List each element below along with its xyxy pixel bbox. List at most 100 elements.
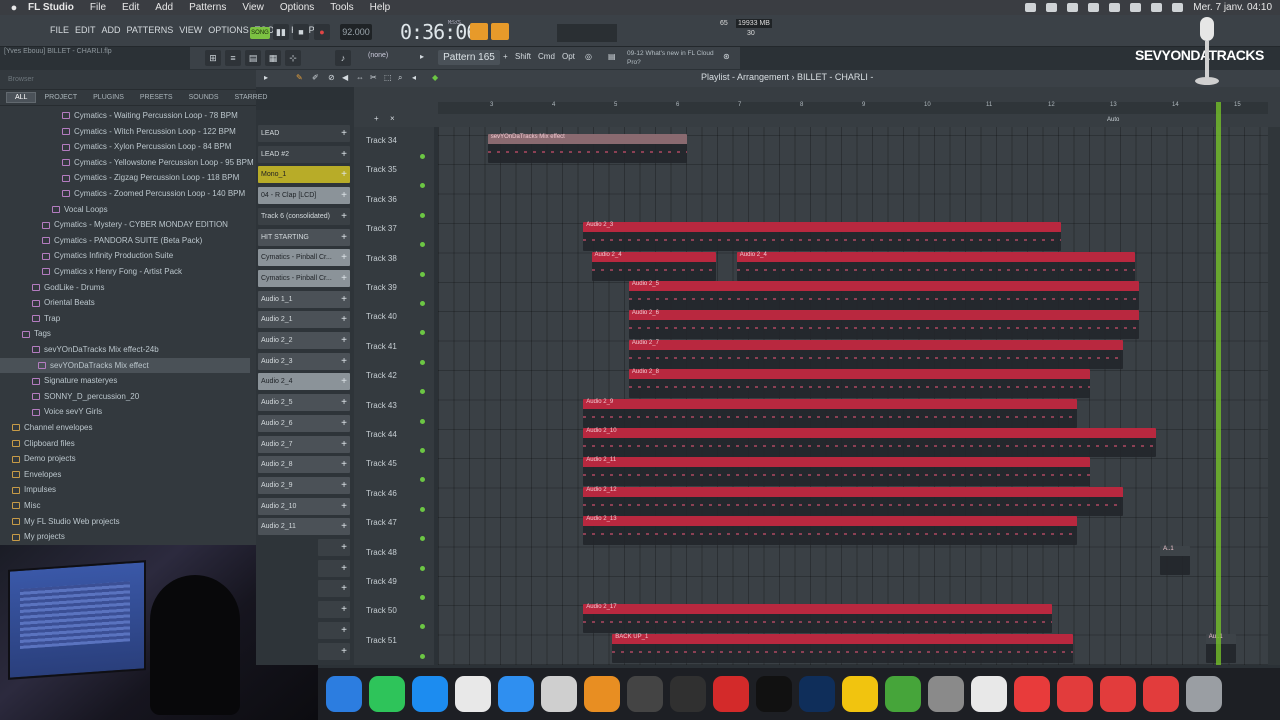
tab-presets[interactable]: PRESETS [132, 94, 181, 101]
channel-button[interactable]: Audio 2_9 + [258, 476, 350, 494]
tab-plugins[interactable]: PLUGINS [85, 94, 132, 101]
browser-item[interactable]: Cymatics - Zigzag Percussion Loop - 118 … [0, 170, 239, 185]
channel-plus-icon[interactable]: + [341, 353, 347, 370]
audio-clip[interactable]: Audio 2_3 [583, 222, 1061, 252]
audio-clip[interactable]: Audio 2_13 [583, 516, 1078, 546]
status-icon[interactable] [1025, 3, 1037, 12]
brush-icon[interactable]: ✐ [312, 73, 319, 82]
browser-item[interactable]: Misc [0, 498, 40, 513]
browser-item[interactable]: Cymatics - PANDORA SUITE (Beta Pack) [0, 233, 202, 248]
channel-plus-icon[interactable]: + [341, 539, 347, 556]
track-name[interactable]: Track 38 [366, 254, 397, 263]
track-name[interactable]: Track 51 [366, 636, 397, 645]
track-mute-led[interactable] [420, 330, 425, 336]
channel-plus-icon[interactable]: + [341, 311, 347, 328]
record-icon[interactable]: ● [314, 24, 330, 40]
track-mute-led[interactable] [420, 212, 425, 218]
browser-item[interactable]: Trap [0, 311, 60, 326]
browser-item[interactable]: Impulses [0, 482, 56, 497]
channel-button[interactable]: Audio 2_4 + [258, 373, 350, 391]
close-icon[interactable]: × [390, 114, 395, 123]
browser-item[interactable]: My FL Studio Web projects [0, 514, 120, 529]
piano-roll-icon[interactable]: ▤ [245, 50, 261, 66]
browser-item[interactable]: Tags [0, 326, 51, 341]
menu-add[interactable]: Add [155, 2, 173, 13]
playhead[interactable] [1216, 102, 1221, 665]
browser-item[interactable]: Cymatics - Waiting Percussion Loop - 78 … [0, 108, 238, 123]
track-mute-led[interactable] [420, 536, 425, 542]
browser-item[interactable]: Cymatics - Xylon Percussion Loop - 84 BP… [0, 139, 231, 154]
status-icon[interactable] [1067, 3, 1079, 12]
channel-slot[interactable]: + [318, 642, 350, 660]
channel-plus-icon[interactable]: + [341, 394, 347, 411]
track-name[interactable]: Track 35 [366, 165, 397, 174]
track-name[interactable]: Track 50 [366, 606, 397, 615]
browser-item[interactable]: Voice sevY Girls [0, 404, 102, 419]
app-store-icon[interactable] [412, 676, 448, 712]
audio-clip[interactable]: Audio 2_11 [583, 457, 1090, 487]
track-name[interactable]: Track 42 [366, 371, 397, 380]
browser-item[interactable]: sevYOnDaTracks Mix effect-24b [0, 342, 159, 357]
channel-plus-icon[interactable]: + [341, 601, 347, 618]
status-icon[interactable] [1046, 3, 1058, 12]
obs-icon[interactable] [670, 676, 706, 712]
wifi-icon[interactable] [1130, 3, 1142, 12]
track-mute-led[interactable] [420, 242, 425, 248]
track-mute-led[interactable] [420, 389, 425, 395]
play-icon[interactable]: ▮▮ [273, 24, 289, 40]
song-mode-button[interactable]: SONG [250, 27, 270, 39]
channel-button[interactable]: LEAD + [258, 125, 350, 142]
channel-button[interactable]: Mono_1 + [258, 166, 350, 184]
channel-plus-icon[interactable]: + [341, 332, 347, 349]
menubar-clock[interactable]: Mer. 7 janv. 04:10 [1193, 2, 1272, 13]
browser-item[interactable]: Signature masteryes [0, 373, 117, 388]
browser-item[interactable]: Vocal Loops [0, 202, 108, 217]
countdown-icon[interactable] [491, 23, 509, 40]
channel-plus-icon[interactable]: + [341, 456, 347, 473]
channel-plus-icon[interactable]: + [341, 125, 347, 142]
news-panel[interactable]: 09-12 What's new in FL Cloud Pro? [627, 49, 717, 67]
utorrent-icon[interactable] [885, 676, 921, 712]
menu-tools[interactable]: Tools [330, 2, 353, 13]
stop-icon[interactable]: ■ [293, 24, 309, 40]
audio-clip[interactable]: Audio 2_8 [628, 369, 1090, 399]
channel-button[interactable]: Cymatics - Pinball Cr... + [258, 269, 350, 287]
channel-plus-icon[interactable]: + [341, 436, 347, 453]
channel-plus-icon[interactable]: + [341, 373, 347, 390]
track-mute-led[interactable] [420, 565, 425, 571]
audio-clip[interactable]: Audio 2_4 [591, 251, 717, 281]
audio-clip[interactable]: Audio 2_7 [628, 339, 1123, 369]
pattern-arrow-icon[interactable]: ▸ [420, 52, 424, 61]
snap-select[interactable]: (none) [368, 52, 388, 59]
menu-options[interactable]: Options [280, 2, 314, 13]
chrome-icon[interactable] [455, 676, 491, 712]
playlist-icon[interactable]: ▦ [265, 50, 281, 66]
playlist-grid[interactable]: sevYOnDaTracks Mix effect Audio 2_3 Audio … [438, 127, 1268, 665]
select-icon[interactable]: ⬚ [384, 73, 392, 82]
browser-item[interactable]: Cymatics x Henry Fong - Artist Pack [0, 264, 182, 279]
fl-menu-add[interactable]: ADD [102, 25, 121, 35]
fl-studio-icon[interactable] [584, 676, 620, 712]
channel-button[interactable]: Audio 2_5 + [258, 394, 350, 412]
metronome-icon[interactable] [470, 23, 488, 40]
channel-button[interactable]: Track 6 (consolidated) + [258, 207, 350, 225]
menu-file[interactable]: File [90, 2, 106, 13]
track-name[interactable]: Track 44 [366, 430, 397, 439]
audio-clip[interactable]: Audio 2_17 [583, 604, 1053, 634]
channel-button[interactable]: Audio 2_8 + [258, 456, 350, 474]
channel-plus-icon[interactable]: + [341, 518, 347, 535]
track-mute-led[interactable] [420, 301, 425, 306]
channel-button[interactable]: Audio 2_2 + [258, 332, 350, 349]
track-name[interactable]: Track 36 [366, 195, 397, 204]
add-track-icon[interactable]: + [374, 114, 379, 123]
tempo-tap-icon[interactable]: ◎ [585, 52, 592, 61]
control-center-icon[interactable] [1172, 3, 1184, 12]
track-name[interactable]: Track 47 [366, 518, 397, 527]
capcut-icon[interactable] [541, 676, 577, 712]
add-pattern-icon[interactable]: + [503, 52, 508, 61]
app-icon[interactable] [1100, 676, 1136, 712]
tempo-display[interactable]: 92.000 [340, 24, 372, 40]
audio-clip[interactable]: A..1 [1160, 545, 1191, 575]
audio-clip[interactable]: Audio 2_4 [736, 251, 1136, 281]
menu-help[interactable]: Help [370, 2, 391, 13]
